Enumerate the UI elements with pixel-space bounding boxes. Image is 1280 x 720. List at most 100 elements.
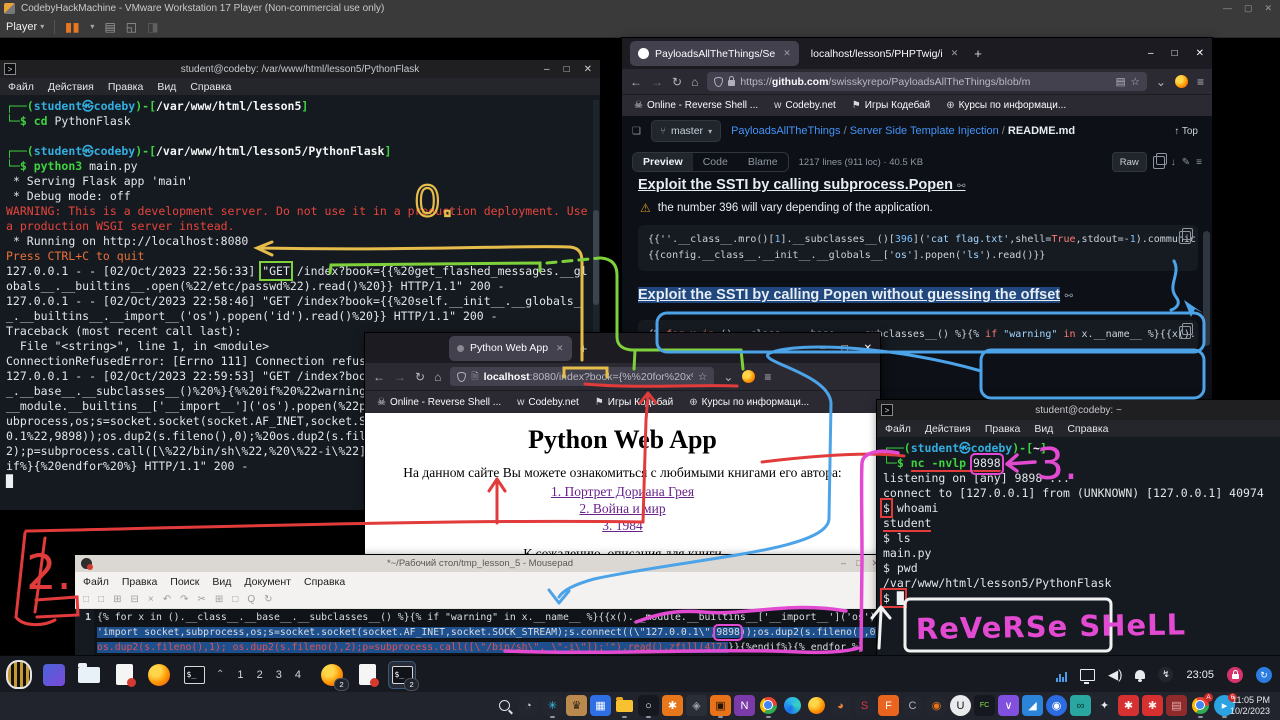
pocket-icon[interactable]: ⌄ (1156, 75, 1166, 89)
terminal-launcher[interactable]: $_ (181, 662, 207, 688)
f-app-icon[interactable]: F (878, 695, 899, 716)
shield-icon[interactable] (714, 77, 723, 87)
pixel-game-icon[interactable]: ▣ (710, 695, 731, 716)
forward-button[interactable]: → (394, 370, 406, 384)
windows-clock[interactable]: 11:05 PM 10/2/2023 (1230, 695, 1270, 717)
lock-screen-icon[interactable] (1227, 667, 1243, 683)
vmware-titlebar[interactable]: CodebyHackMachine - VMware Workstation 1… (0, 0, 1280, 16)
unity-mode-button[interactable]: ◨ (147, 20, 158, 34)
calendar-icon[interactable]: ▦ (590, 695, 611, 716)
pause-dropdown-icon[interactable]: ▾ (90, 22, 94, 31)
bookmark-item[interactable]: ☠Online - Reverse Shell ... (634, 100, 758, 111)
volume-icon[interactable]: ◀) (1108, 667, 1122, 683)
raw-button[interactable]: Raw (1112, 152, 1147, 172)
firefox-icon[interactable] (806, 695, 827, 716)
tab-python-web-app[interactable]: Python Web App ✕ (449, 336, 572, 361)
reload-button[interactable]: ↻ (672, 75, 682, 89)
forward-button[interactable]: → (651, 75, 663, 89)
menu-item[interactable]: Вид (1034, 423, 1053, 435)
s-app-icon[interactable]: S (854, 695, 875, 716)
bookmark-star-icon[interactable]: ☆ (698, 371, 707, 383)
close-button[interactable]: ✕ (584, 64, 592, 75)
bookmark-item[interactable]: wCodeby.net (774, 100, 836, 111)
mousepad-titlebar[interactable]: *~/Рабочий стол/tmp_lesson_5 - Mousepad … (75, 555, 885, 572)
fc-app-icon[interactable]: FC (974, 695, 995, 716)
visual-studio-icon[interactable]: ∨ (998, 695, 1019, 716)
onenote-icon[interactable]: N (734, 695, 755, 716)
anchor-link-icon[interactable]: ⚯ (957, 181, 965, 192)
search-icon[interactable]: Q (247, 594, 255, 605)
anchor-link-icon[interactable]: ⚯ (1065, 291, 1073, 302)
chrome-profile-icon[interactable]: A (1190, 695, 1211, 716)
copy-raw-icon[interactable] (1153, 156, 1165, 169)
mousepad-window[interactable]: *~/Рабочий стол/tmp_lesson_5 - Mousepad … (75, 555, 885, 655)
bookmark-item[interactable]: ⚑Игры Кодебай (852, 100, 930, 111)
minimize-button[interactable]: – (1148, 48, 1154, 59)
bookmark-item[interactable]: wCodeby.net (517, 397, 579, 408)
save-icon[interactable]: ⊞ (113, 594, 121, 605)
close-file-icon[interactable]: × (148, 594, 154, 605)
mousepad-editor[interactable]: 1 {% for x in ().__class__.__base__.__su… (75, 609, 885, 656)
breadcrumb-dir-link[interactable]: Server Side Template Injection (850, 125, 999, 137)
maximize-button[interactable]: □ (842, 343, 848, 354)
fullscreen-button[interactable]: ◱ (126, 20, 137, 34)
pause-vm-button[interactable]: ▮▮ (65, 20, 80, 34)
chrome-icon[interactable] (758, 695, 779, 716)
editor-text[interactable]: {% for x in ().__class__.__base__.__subc… (94, 609, 885, 656)
file-tab-blame[interactable]: Blame (738, 153, 788, 171)
copy-code-icon[interactable] (1179, 231, 1191, 244)
minimize-button[interactable]: – (820, 343, 826, 354)
menu-item[interactable]: Справка (304, 576, 345, 588)
undo-icon[interactable]: ↶ (163, 594, 171, 605)
bookmark-item[interactable]: ⚑Игры Кодебай (595, 397, 673, 408)
file-tab-code[interactable]: Code (693, 153, 738, 171)
minimize-button[interactable]: – (544, 64, 550, 75)
unreal-engine-icon[interactable]: U (950, 695, 971, 716)
portrait-game-icon[interactable]: ♛ (566, 695, 587, 716)
url-bar[interactable]: 🗎 localhost:8080/index?book={%%20for%20x… (450, 367, 714, 386)
menu-item[interactable]: Правка (985, 423, 1020, 435)
c4d-app-icon[interactable]: C (902, 695, 923, 716)
scrollbar-thumb[interactable] (593, 210, 599, 305)
red-tool-app-icon[interactable]: ▤ (1166, 695, 1187, 716)
home-button[interactable]: ⌂ (691, 75, 698, 89)
tab-payloadsallthethings[interactable]: PayloadsAllTheThings/Se ✕ (630, 41, 799, 66)
tab-close-icon[interactable]: ✕ (783, 48, 791, 59)
vmware-close-button[interactable]: ✕ (1264, 3, 1272, 14)
maximize-button[interactable]: □ (564, 64, 570, 75)
back-button[interactable]: ← (373, 370, 385, 384)
close-button[interactable]: ✕ (864, 343, 872, 354)
hamburger-menu-icon[interactable]: ≡ (1197, 75, 1204, 89)
book-link[interactable]: 3. 1984 (365, 517, 880, 534)
vmware-maximize-button[interactable]: ▢ (1244, 3, 1253, 14)
menu-item[interactable]: Файл (83, 576, 109, 588)
terminal-window-netcat[interactable]: > student@codeby: ~ ФайлДействияПравкаВи… (877, 400, 1280, 655)
gray-3d-app-icon[interactable]: ◈ (686, 695, 707, 716)
power-icon[interactable]: ↯ (1158, 667, 1173, 682)
teal-app-icon[interactable]: ∞ (1070, 695, 1091, 716)
maximize-button[interactable]: □ (1172, 48, 1178, 59)
desktop[interactable] (41, 662, 67, 688)
save-as-icon[interactable]: ⊟ (130, 594, 138, 605)
notion-app-icon[interactable]: ○ (638, 695, 659, 716)
tab-localhost-phptwig[interactable]: localhost/lesson5/PHPTwig/i ✕ (803, 41, 966, 66)
menu-item[interactable]: Справка (1067, 423, 1108, 435)
minimize-button[interactable]: – (841, 558, 846, 569)
vmware-minimize-button[interactable]: — (1223, 3, 1232, 14)
edit-pencil-icon[interactable]: ✎ (1182, 157, 1190, 168)
maximize-button[interactable]: □ (856, 558, 861, 569)
mousepad-launcher[interactable] (111, 662, 137, 688)
download-icon[interactable]: ↓ (1171, 157, 1176, 168)
notifications-bell-icon[interactable] (1135, 670, 1145, 679)
open-file-icon[interactable]: □ (98, 594, 104, 605)
slack-app-icon[interactable]: ✳ (542, 695, 563, 716)
codeby-logo[interactable] (6, 662, 32, 688)
firefox-account-icon[interactable] (742, 370, 755, 383)
menu-item[interactable]: Правка (108, 81, 143, 93)
red-gear-app-1-icon[interactable]: ✱ (1118, 695, 1139, 716)
bookmark-item[interactable]: ⊕Курсы по информаци... (689, 397, 809, 408)
orange-gear-app-icon[interactable]: ✱ (662, 695, 683, 716)
search-icon[interactable] (494, 695, 515, 716)
bookmark-item[interactable]: ⊕Курсы по информаци... (946, 100, 1066, 111)
reader-view-icon[interactable]: ▤ (1116, 76, 1126, 88)
